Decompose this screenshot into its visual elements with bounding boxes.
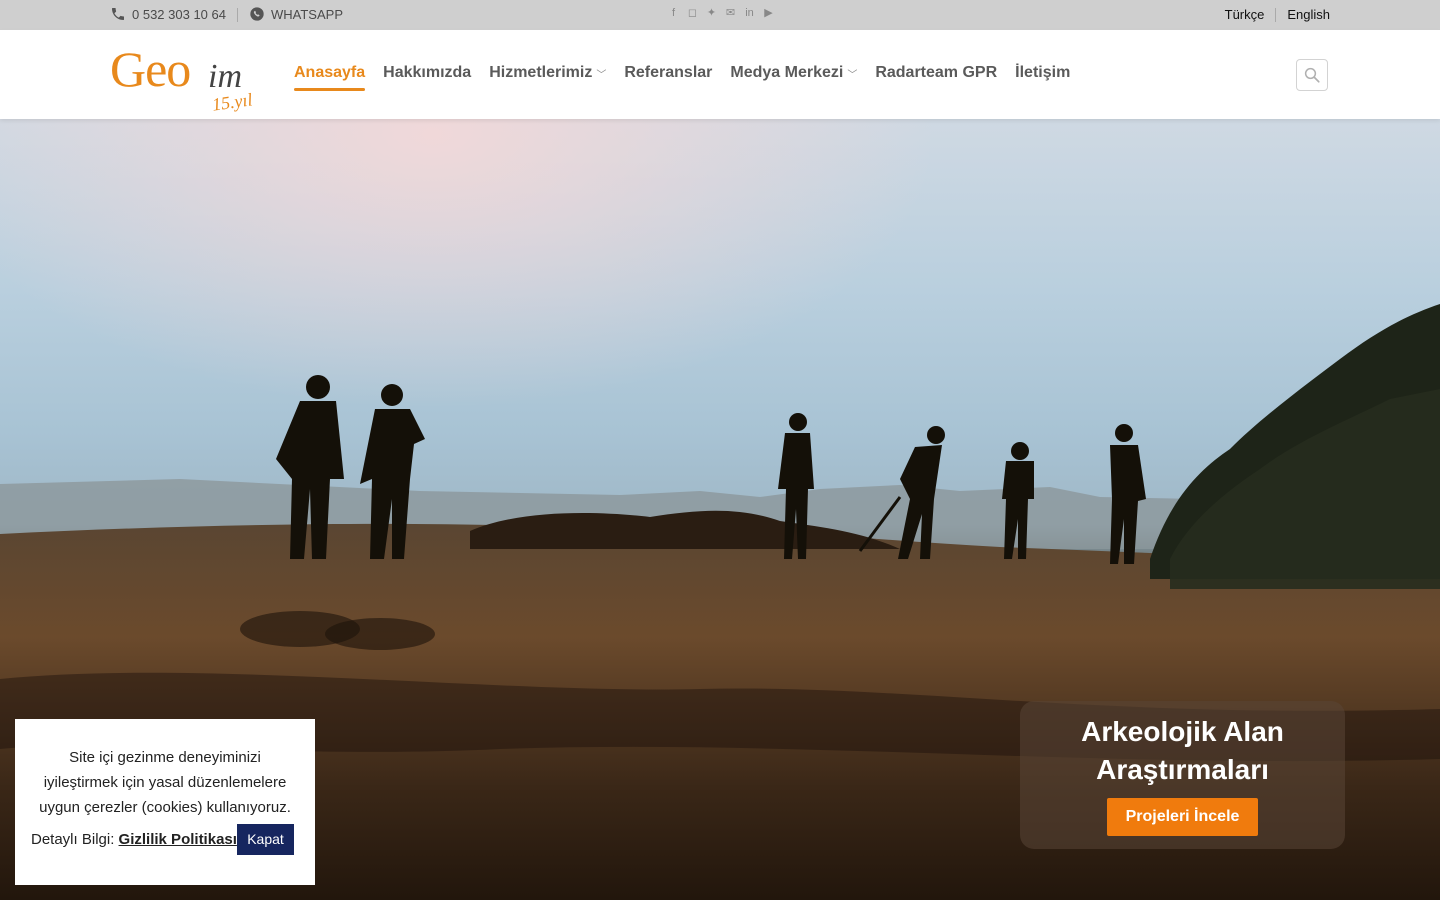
cookie-banner: Site içi gezinme deneyiminizi iyileştirm… xyxy=(15,719,315,885)
phone-link[interactable]: 0 532 303 10 64 xyxy=(110,6,226,22)
nav-label: Referanslar xyxy=(624,64,713,81)
search-icon xyxy=(1304,67,1320,83)
nav-label: Hizmetlerimiz xyxy=(489,64,593,81)
chevron-down-icon: ﹀ xyxy=(596,69,607,81)
slide-caption-box: Arkeolojik Alan Araştırmaları Projeleri … xyxy=(1020,701,1345,849)
nav-item-radarteam[interactable]: Radarteam GPR xyxy=(875,64,997,82)
view-projects-button[interactable]: Projeleri İncele xyxy=(1107,798,1258,836)
cookie-message: Site içi gezinme deneyiminizi iyileştirm… xyxy=(39,749,291,816)
nav-item-about[interactable]: Hakkımızda xyxy=(383,64,471,82)
phone-number: 0 532 303 10 64 xyxy=(132,6,226,22)
topbar-divider xyxy=(237,8,238,22)
main-nav: Anasayfa Hakkımızda Hizmetlerimiz ﹀ Refer… xyxy=(294,64,1070,91)
logo-sub-text: 15.yıl xyxy=(210,89,254,115)
envelope-icon[interactable]: ✉ xyxy=(724,7,737,20)
language-divider xyxy=(1275,7,1277,22)
slide-title: Arkeolojik Alan Araştırmaları xyxy=(1020,713,1345,789)
language-turkish[interactable]: Türkçe xyxy=(1225,7,1265,22)
youtube-icon[interactable]: ▶ xyxy=(762,7,775,20)
twitter-icon[interactable]: ✦ xyxy=(705,7,718,20)
nav-label: Hakkımızda xyxy=(383,64,472,81)
whatsapp-icon xyxy=(250,7,264,21)
nav-label: İletişim xyxy=(1015,64,1071,81)
social-links: f ◻ ✦ ✉ in ▶ xyxy=(667,7,775,20)
facebook-icon[interactable]: f xyxy=(667,7,680,20)
phone-icon xyxy=(112,8,124,20)
cookie-close-button[interactable]: Kapat xyxy=(237,824,294,855)
whatsapp-link[interactable]: WHATSAPP xyxy=(249,6,343,22)
nav-item-references[interactable]: Referanslar xyxy=(624,64,712,82)
whatsapp-label: WHATSAPP xyxy=(271,6,343,22)
site-header: Geo im 15.yıl Anasayfa Hakkımızda Hizmet… xyxy=(0,30,1440,119)
search-button[interactable] xyxy=(1296,59,1328,91)
top-bar: 0 532 303 10 64 WHATSAPP f ◻ ✦ ✉ in ▶ Tü… xyxy=(0,0,1440,30)
instagram-icon[interactable]: ◻ xyxy=(686,7,699,20)
language-switcher: Türkçe English xyxy=(1225,7,1330,22)
linkedin-icon[interactable]: in xyxy=(743,7,756,20)
cookie-detail-prefix: Detaylı Bilgi: xyxy=(31,831,115,848)
privacy-policy-link[interactable]: Gizlilik Politikası xyxy=(119,831,237,848)
nav-item-contact[interactable]: İletişim xyxy=(1015,64,1070,82)
nav-item-media[interactable]: Medya Merkezi ﹀ xyxy=(730,64,857,82)
slide-title-line: Araştırmaları xyxy=(1096,754,1269,785)
logo[interactable]: Geo im 15.yıl xyxy=(110,40,270,118)
nav-item-home[interactable]: Anasayfa xyxy=(294,64,366,91)
slide-title-line: Arkeolojik Alan xyxy=(1081,716,1284,747)
chevron-down-icon: ﹀ xyxy=(847,69,858,81)
nav-label: Radarteam GPR xyxy=(875,64,998,81)
logo-main-text: Geo xyxy=(110,41,191,97)
nav-item-services[interactable]: Hizmetlerimiz ﹀ xyxy=(489,64,606,82)
nav-label: Anasayfa xyxy=(294,64,366,81)
language-english[interactable]: English xyxy=(1287,7,1330,22)
nav-label: Medya Merkezi xyxy=(730,64,844,81)
cookie-detail: Detaylı Bilgi: Gizlilik Politikası xyxy=(31,831,237,848)
